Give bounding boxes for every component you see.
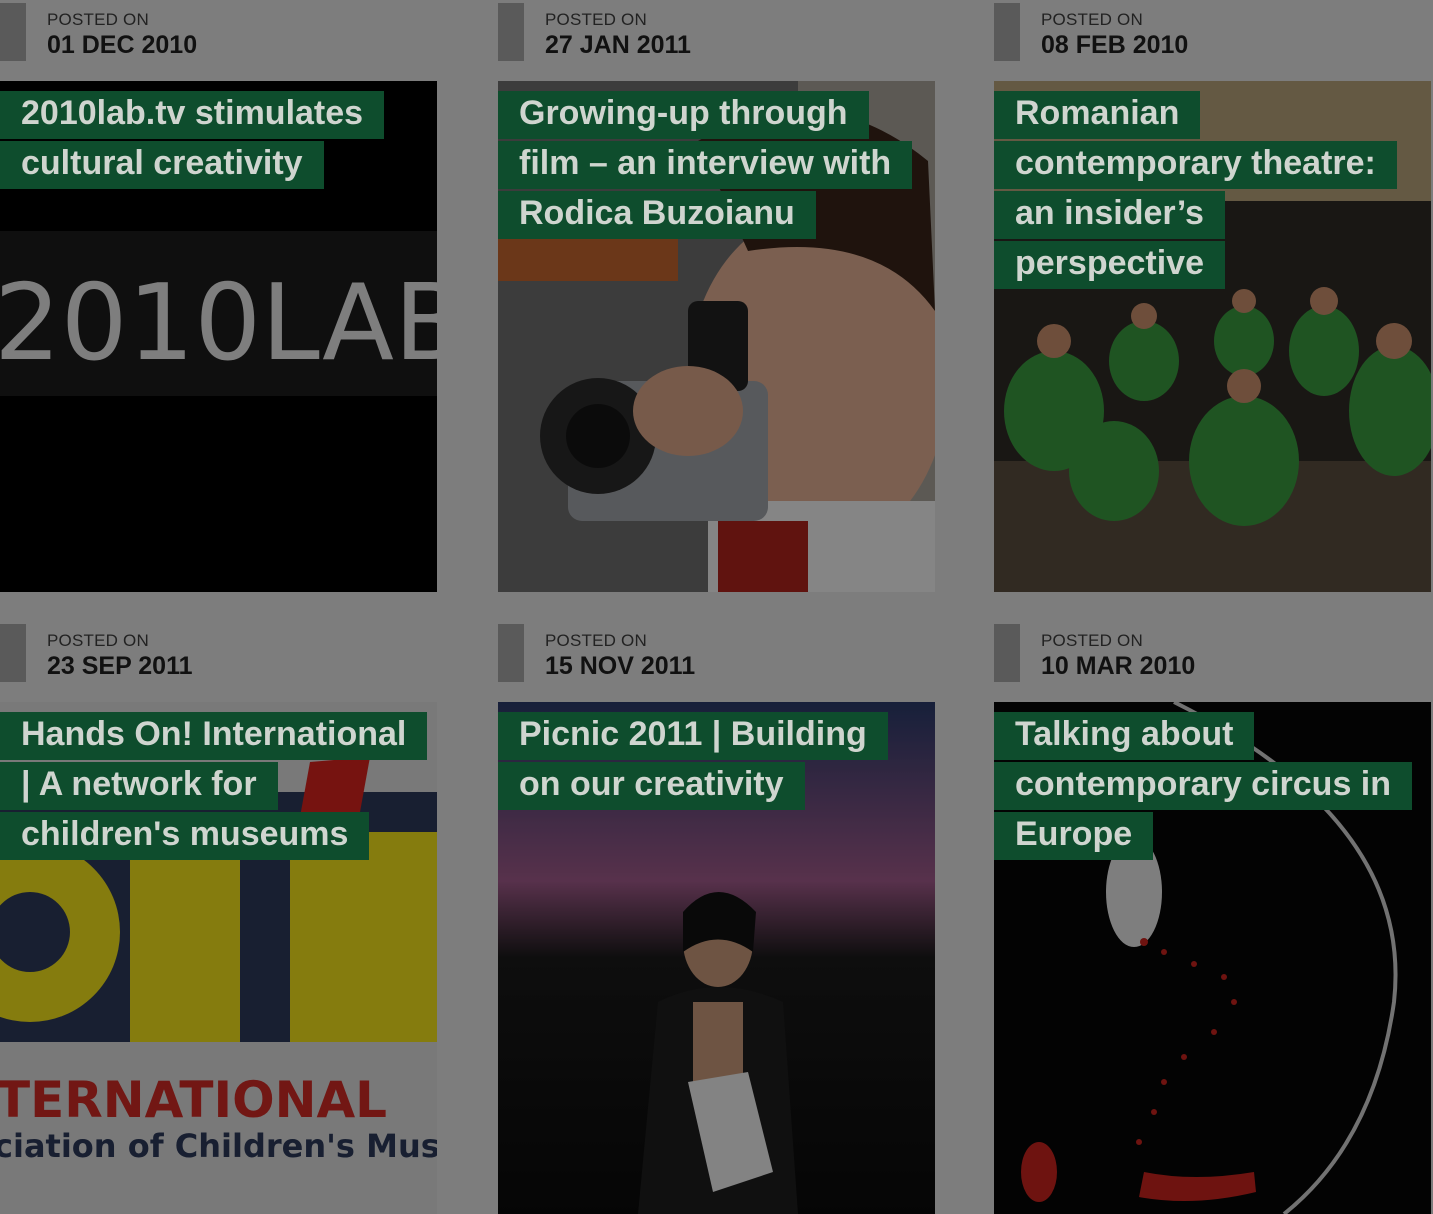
post-date-block: POSTED ON 10 MAR 2010 [994,621,1432,702]
post-date-block: POSTED ON 08 FEB 2010 [994,0,1432,81]
post-title[interactable]: Growing-up through film – an interview w… [498,88,913,239]
post-card[interactable]: POSTED ON 23 SEP 2011 TERNATIONAL ciatio… [0,621,438,1214]
post-title[interactable]: Talking about contemporary circus in Eur… [994,709,1413,860]
post-date: 23 SEP 2011 [47,652,193,680]
date-bar [0,624,26,682]
posted-on-label: POSTED ON [545,631,647,650]
thumbnail-logo-text: 2010LAB [0,262,437,384]
post-thumbnail[interactable]: Romanian contemporary theatre: an inside… [994,81,1431,592]
date-bar [994,624,1020,682]
thumbnail-logo-subtext: ciation of Children's Muse [0,1127,437,1165]
posted-on-label: POSTED ON [545,10,647,29]
post-date: 27 JAN 2011 [545,31,691,59]
post-card[interactable]: POSTED ON 01 DEC 2010 2010LAB 2010lab.tv… [0,0,438,592]
post-date: 08 FEB 2010 [1041,31,1189,59]
posted-on-label: POSTED ON [1041,10,1143,29]
post-title[interactable]: Romanian contemporary theatre: an inside… [994,88,1404,289]
post-thumbnail[interactable]: Picnic 2011 | Building on our creativity [498,702,935,1214]
post-date: 15 NOV 2011 [545,652,696,680]
date-bar [994,3,1020,61]
post-card[interactable]: POSTED ON 15 NOV 2011 Picnic 2011 | Buil… [498,621,936,1214]
post-card[interactable]: POSTED ON 27 JAN 2011 Growing-up through… [498,0,936,592]
post-title[interactable]: 2010lab.tv stimulates cultural creativit… [0,88,410,189]
post-date-block: POSTED ON 01 DEC 2010 [0,0,438,81]
date-bar [498,3,524,61]
post-date: 01 DEC 2010 [47,31,198,59]
post-thumbnail[interactable]: Growing-up through film – an interview w… [498,81,935,592]
post-date-block: POSTED ON 15 NOV 2011 [498,621,936,702]
posted-on-label: POSTED ON [47,10,149,29]
date-bar [498,624,524,682]
post-thumbnail[interactable]: TERNATIONAL ciation of Children's Muse H… [0,702,437,1214]
posted-on-label: POSTED ON [47,631,149,650]
post-card[interactable]: POSTED ON 10 MAR 2010 Talking about cont… [994,621,1432,1214]
post-title[interactable]: Hands On! International | A network for … [0,709,428,860]
post-date-block: POSTED ON 23 SEP 2011 [0,621,438,702]
post-title[interactable]: Picnic 2011 | Building on our creativity [498,709,908,810]
thumbnail-logo-text: TERNATIONAL [0,1071,387,1129]
date-bar [0,3,26,61]
post-card[interactable]: POSTED ON 08 FEB 2010 Romanian contempor… [994,0,1432,592]
post-thumbnail[interactable]: Talking about contemporary circus in Eur… [994,702,1431,1214]
posted-on-label: POSTED ON [1041,631,1143,650]
post-date-block: POSTED ON 27 JAN 2011 [498,0,936,81]
post-grid: POSTED ON 01 DEC 2010 2010LAB 2010lab.tv… [0,0,1433,1214]
post-date: 10 MAR 2010 [1041,652,1196,680]
post-thumbnail[interactable]: 2010LAB 2010lab.tv stimulates cultural c… [0,81,437,592]
